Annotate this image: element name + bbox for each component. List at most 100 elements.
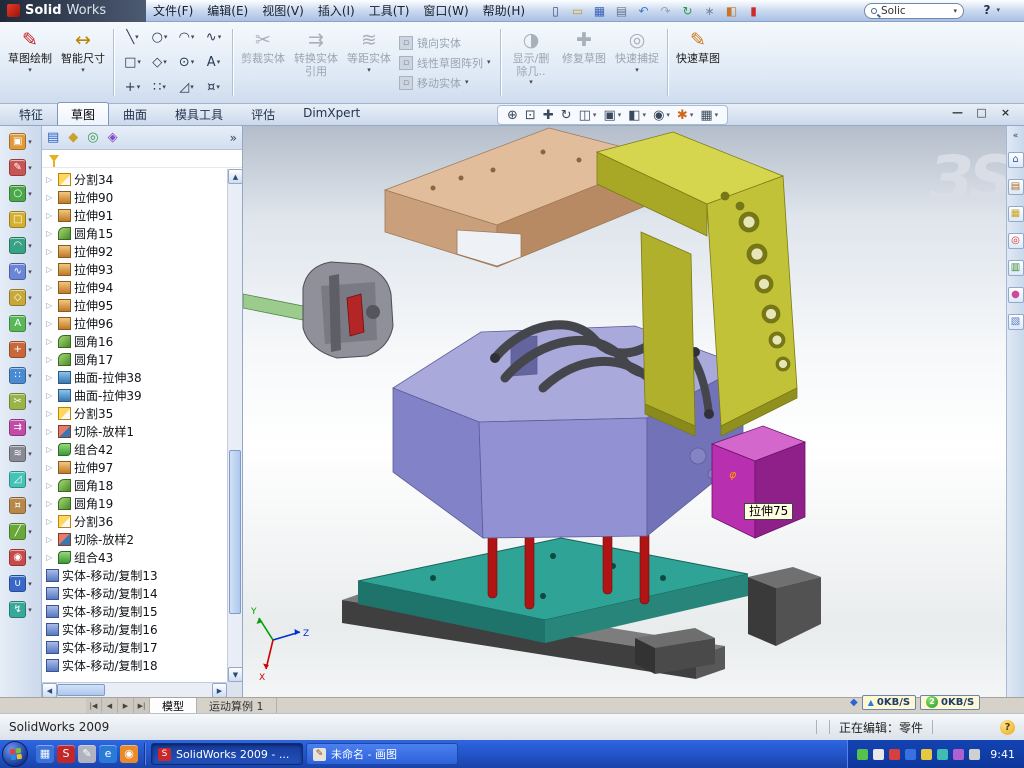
expand-arrow-icon[interactable]: ▷ bbox=[46, 445, 55, 454]
left-toolbar-item[interactable]: □▾ bbox=[9, 211, 32, 228]
left-toolbar-item[interactable]: ∿▾ bbox=[9, 263, 32, 280]
expand-arrow-icon[interactable]: ▷ bbox=[46, 247, 55, 256]
left-toolbar-item[interactable]: ◠▾ bbox=[9, 237, 32, 254]
feature-tree-item[interactable]: ▷拉伸97 bbox=[42, 458, 242, 476]
expand-arrow-icon[interactable]: ▷ bbox=[46, 535, 55, 544]
feature-tree-item[interactable]: ▷拉伸90 bbox=[42, 188, 242, 206]
rotate-view-icon[interactable]: ↻ bbox=[561, 108, 572, 123]
rectangle-tool-button[interactable]: □▾ bbox=[119, 50, 146, 75]
custom-properties-icon[interactable]: ▧ bbox=[1008, 314, 1024, 330]
tab-scroll-button[interactable]: |◀ bbox=[86, 698, 102, 713]
commandmanager-tab[interactable]: 曲面 bbox=[109, 102, 161, 125]
expand-arrow-icon[interactable]: ▷ bbox=[46, 409, 55, 418]
chevron-down-icon[interactable]: ▾ bbox=[643, 111, 647, 119]
expand-arrow-icon[interactable]: ▷ bbox=[46, 553, 55, 562]
expand-arrow-icon[interactable]: ▷ bbox=[46, 283, 55, 292]
rebuild-icon[interactable]: ↻ bbox=[680, 4, 695, 18]
left-toolbar-item[interactable]: ✂▾ bbox=[9, 393, 32, 410]
chevron-down-icon[interactable]: ▾ bbox=[28, 398, 32, 406]
left-toolbar-item[interactable]: ✎▾ bbox=[9, 159, 32, 176]
document-tab[interactable]: 运动算例 1 bbox=[197, 698, 277, 713]
tray-icon-4[interactable] bbox=[905, 749, 916, 760]
model-canvas[interactable]: ЗS bbox=[243, 126, 1006, 697]
help-button[interactable]: ? bbox=[984, 3, 991, 17]
rapid-sketch-button[interactable]: ✎ 快速草图 bbox=[673, 24, 723, 101]
expand-arrow-icon[interactable]: ▷ bbox=[46, 481, 55, 490]
chevron-down-icon[interactable]: ▾ bbox=[28, 476, 32, 484]
commandmanager-tab[interactable]: 评估 bbox=[237, 102, 289, 125]
chevron-down-icon[interactable]: ▾ bbox=[28, 580, 32, 588]
centerline-tool-button[interactable]: ∷▾ bbox=[146, 75, 173, 100]
smart-dimension-button[interactable]: ↔ 智能尺寸 ▾ bbox=[58, 24, 108, 101]
chamfer-tool-button[interactable]: ¤▾ bbox=[200, 75, 227, 100]
left-toolbar-item[interactable]: ¤▾ bbox=[9, 497, 32, 514]
taskbar-task-button[interactable]: ✎未命名 - 画图 bbox=[306, 743, 458, 765]
chevron-down-icon[interactable]: ▾ bbox=[28, 502, 32, 510]
expand-arrow-icon[interactable]: ▷ bbox=[46, 517, 55, 526]
tray-icon-5[interactable] bbox=[921, 749, 932, 760]
zoom-fit-icon[interactable]: ⊕ bbox=[507, 108, 518, 123]
chevron-down-icon[interactable]: ▾ bbox=[715, 111, 719, 119]
ribbon-stack-button[interactable]: ▫镜向实体 bbox=[397, 35, 495, 51]
model-side-block-magenta[interactable]: φ bbox=[712, 426, 805, 538]
search-box[interactable]: Solic ▾ bbox=[864, 3, 964, 19]
taskbar-task-button[interactable]: SSolidWorks 2009 - ... bbox=[151, 743, 303, 765]
left-toolbar-item[interactable]: ▣▾ bbox=[9, 133, 32, 150]
chevron-down-icon[interactable]: ▾ bbox=[28, 554, 32, 562]
chevron-down-icon[interactable]: ▾ bbox=[690, 111, 694, 119]
feature-tree-item[interactable]: 实体-移动/复制18 bbox=[42, 656, 242, 674]
feature-tree-item[interactable]: ▷圆角16 bbox=[42, 332, 242, 350]
chevron-down-icon[interactable]: ▾ bbox=[28, 216, 32, 224]
feature-tree-item[interactable]: ▷拉伸95 bbox=[42, 296, 242, 314]
feature-tree-item[interactable]: 实体-移动/复制13 bbox=[42, 566, 242, 584]
minimize-button[interactable]: — bbox=[950, 106, 965, 119]
ribbon-stack-button[interactable]: ▫移动实体▾ bbox=[397, 75, 495, 91]
chevron-down-icon[interactable]: ▾ bbox=[28, 372, 32, 380]
tab-scroll-button[interactable]: ▶| bbox=[134, 698, 150, 713]
tray-icon-7[interactable] bbox=[953, 749, 964, 760]
chevron-down-icon[interactable]: ▾ bbox=[996, 6, 1000, 15]
left-toolbar-item[interactable]: ⇉▾ bbox=[9, 419, 32, 436]
view-orientation-icon[interactable]: ▣ bbox=[603, 108, 615, 123]
paint-quicklaunch-icon[interactable]: ✎ bbox=[78, 745, 96, 763]
left-toolbar-item[interactable]: ◿▾ bbox=[9, 471, 32, 488]
expand-arrow-icon[interactable]: ▷ bbox=[46, 301, 55, 310]
status-help-icon[interactable]: ? bbox=[1000, 720, 1015, 735]
scroll-down-button[interactable]: ▼ bbox=[228, 667, 243, 682]
save-icon[interactable]: ▦ bbox=[592, 4, 607, 18]
chevron-down-icon[interactable]: ▾ bbox=[618, 111, 622, 119]
feature-tree-item[interactable]: ▷曲面-拉伸38 bbox=[42, 368, 242, 386]
expand-arrow-icon[interactable]: ▷ bbox=[46, 427, 55, 436]
menu-item[interactable]: 编辑(E) bbox=[200, 0, 255, 21]
ribbon-stack-button[interactable]: ▫线性草图阵列▾ bbox=[397, 55, 495, 71]
expand-arrow-icon[interactable]: ▷ bbox=[46, 499, 55, 508]
feature-tree-item[interactable]: ▷圆角17 bbox=[42, 350, 242, 368]
chevron-down-icon[interactable]: ▾ bbox=[28, 164, 32, 172]
chevron-down-icon[interactable]: ▾ bbox=[28, 528, 32, 536]
chevron-down-icon[interactable]: ▾ bbox=[529, 78, 533, 87]
expand-arrow-icon[interactable]: ▷ bbox=[46, 175, 55, 184]
menu-item[interactable]: 插入(I) bbox=[311, 0, 362, 21]
chevron-down-icon[interactable]: ▾ bbox=[28, 450, 32, 458]
point-tool-button[interactable]: +▾ bbox=[119, 75, 146, 100]
propertymanager-tab-icon[interactable]: ◆ bbox=[68, 130, 78, 145]
restore-button[interactable]: □ bbox=[974, 106, 989, 119]
edit-appearance-icon[interactable]: ✱ bbox=[677, 108, 688, 123]
menu-item[interactable]: 帮助(H) bbox=[476, 0, 532, 21]
left-toolbar-item[interactable]: ∷▾ bbox=[9, 367, 32, 384]
chevron-down-icon[interactable]: ▾ bbox=[28, 320, 32, 328]
chevron-down-icon[interactable]: ▾ bbox=[635, 66, 639, 75]
line-tool-button[interactable]: ╲▾ bbox=[119, 25, 146, 50]
menu-item[interactable]: 文件(F) bbox=[146, 0, 200, 21]
left-toolbar-item[interactable]: ∪▾ bbox=[9, 575, 32, 592]
design-library-icon[interactable]: ▤ bbox=[1008, 179, 1024, 195]
expand-arrow-icon[interactable]: ▷ bbox=[46, 391, 55, 400]
apply-scene-icon[interactable]: ▦ bbox=[700, 108, 712, 123]
feature-tree-item[interactable]: ▷组合42 bbox=[42, 440, 242, 458]
feature-tree-item[interactable]: ▷圆角15 bbox=[42, 224, 242, 242]
options-icon[interactable]: ∗ bbox=[702, 4, 717, 18]
feature-tree-item[interactable]: ▷圆角18 bbox=[42, 476, 242, 494]
trim-entities-button[interactable]: ✂ 剪裁实体 bbox=[238, 24, 288, 101]
collapse-pane-button[interactable]: « bbox=[1013, 131, 1019, 141]
search-input-value[interactable]: Solic bbox=[881, 5, 906, 17]
